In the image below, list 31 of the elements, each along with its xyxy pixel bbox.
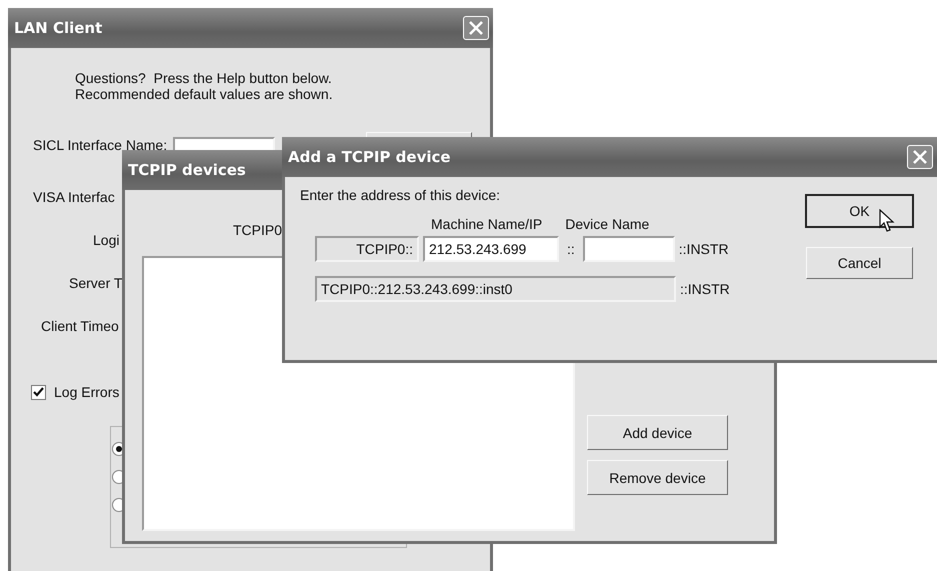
close-icon <box>912 149 928 165</box>
cursor-icon <box>879 209 895 233</box>
checkbox[interactable] <box>31 384 46 400</box>
column-label: TCPIP0 <box>233 222 282 240</box>
help-text: Questions? Press the Help button below. Recommended default values are shown. <box>75 70 333 102</box>
field-label: VISA Interfac <box>33 189 115 205</box>
close-button[interactable] <box>907 145 933 169</box>
address-field: TCPIP0::212.53.243.699::inst0 <box>315 276 676 302</box>
separator-text: :: <box>566 241 576 257</box>
window-title: Add a TCPIP device <box>288 148 451 166</box>
checkbox-label: Log Errors <box>54 384 120 400</box>
prefix-field: TCPIP0:: <box>315 236 419 262</box>
device-name-field[interactable] <box>582 236 675 262</box>
field-label: Server T <box>69 275 122 291</box>
field-label: Client Timeo <box>41 318 119 334</box>
suffix-text: ::INSTR <box>680 281 730 297</box>
window-title: LAN Client <box>14 19 102 37</box>
close-button[interactable] <box>463 16 489 40</box>
suffix-text: ::INSTR <box>678 241 729 257</box>
field-label: SICL Interface Name: <box>33 137 168 153</box>
cancel-button[interactable]: Cancel <box>806 247 913 279</box>
device-button[interactable]: Add device <box>587 415 728 450</box>
close-icon <box>468 20 484 36</box>
field-label: Logi <box>93 232 120 248</box>
device-button[interactable]: Remove device <box>587 460 728 495</box>
column-label: Machine Name/IP <box>431 216 542 232</box>
prompt-text: Enter the address of this device: <box>300 187 500 203</box>
machine-name-field[interactable]: 212.53.243.699 <box>423 236 559 262</box>
column-label: Device Name <box>565 216 650 232</box>
ok-button[interactable]: OK <box>806 195 913 227</box>
window-title: TCPIP devices <box>128 161 246 179</box>
